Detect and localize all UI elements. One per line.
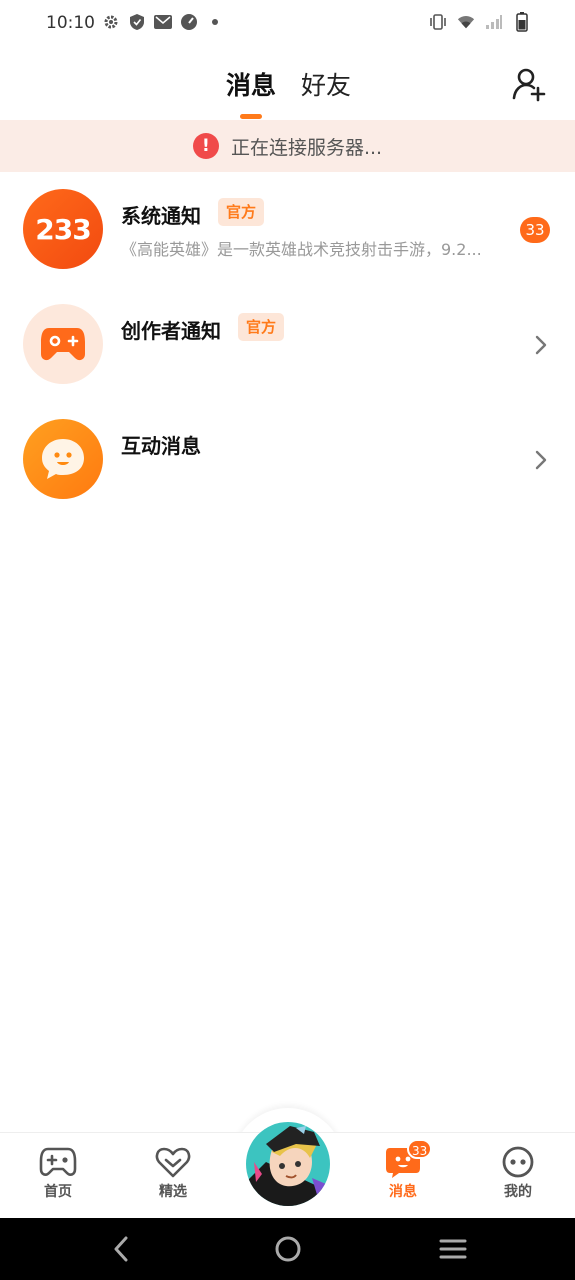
nav-label-home: 首页 <box>44 1184 72 1200</box>
chevron-right-icon <box>535 450 547 470</box>
nav-item-messages[interactable]: 33 消息 <box>363 1139 443 1201</box>
shield-icon <box>128 13 146 31</box>
battery-icon <box>513 12 531 32</box>
nav-label-featured: 精选 <box>159 1184 187 1200</box>
chevron-right-icon <box>535 335 547 355</box>
back-icon[interactable] <box>106 1234 136 1264</box>
add-person-icon <box>512 68 546 102</box>
dot-icon <box>206 13 224 31</box>
avatar-illustration <box>246 1122 330 1206</box>
center-profile-avatar[interactable] <box>246 1122 330 1206</box>
face-icon <box>502 1146 534 1178</box>
heart-icon <box>155 1147 191 1178</box>
nav-label-mine: 我的 <box>504 1184 532 1200</box>
system-notification-title: 系统通知 <box>121 204 201 228</box>
official-badge: 官方 <box>238 313 285 341</box>
nav-item-mine[interactable]: 我的 <box>478 1145 558 1201</box>
gear-icon <box>102 13 120 31</box>
add-friend-button[interactable] <box>511 66 547 102</box>
official-badge: 官方 <box>218 198 265 226</box>
home-circle-icon[interactable] <box>273 1234 303 1264</box>
recents-menu-icon[interactable] <box>438 1234 468 1264</box>
exclamation-icon: ! <box>192 133 219 159</box>
nav-label-messages: 消息 <box>389 1184 417 1200</box>
signal-icon <box>485 13 503 31</box>
system-notification-avatar: 233 <box>23 189 103 269</box>
nav-messages-badge: 33 <box>407 1139 433 1159</box>
avatar-233-logo: 233 <box>35 212 91 246</box>
gamepad-icon <box>41 328 85 361</box>
tab-friends[interactable]: 好友 <box>301 66 351 102</box>
chat-face-icon <box>42 439 84 479</box>
list-item-system-notification[interactable]: 233 系统通知 官方 《高能英雄》是一款英雄战术竞技射击手游，9.2... 3… <box>0 172 575 287</box>
interaction-messages-avatar <box>23 419 103 499</box>
list-item-interaction-messages[interactable]: 互动消息 <box>0 402 575 517</box>
message-list: 233 系统通知 官方 《高能英雄》是一款英雄战术竞技射击手游，9.2... 3… <box>0 172 575 517</box>
creator-notification-avatar <box>23 304 103 384</box>
wifi-icon <box>457 13 475 31</box>
nav-item-featured[interactable]: 精选 <box>133 1145 213 1201</box>
unread-count-badge: 33 <box>520 217 550 243</box>
speedometer-icon <box>180 13 198 31</box>
mail-icon <box>154 13 172 31</box>
creator-notification-title: 创作者通知 <box>121 319 221 343</box>
nav-item-home[interactable]: 首页 <box>18 1145 98 1201</box>
connection-banner: ! 正在连接服务器... <box>0 120 575 172</box>
connection-status-text: 正在连接服务器... <box>230 136 383 159</box>
header: 消息 好友 <box>0 48 575 120</box>
system-notification-preview: 《高能英雄》是一款英雄战术竞技射击手游，9.2... <box>121 240 482 259</box>
system-navigation-bar <box>0 1218 575 1280</box>
status-time: 10:10 <box>46 13 95 33</box>
gamepad-icon <box>39 1147 77 1176</box>
vibrate-icon <box>429 13 447 31</box>
interaction-messages-title: 互动消息 <box>121 434 201 458</box>
list-item-creator-notification[interactable]: 创作者通知 官方 <box>0 287 575 402</box>
tab-messages[interactable]: 消息 <box>226 66 276 102</box>
active-tab-indicator <box>240 114 262 119</box>
status-bar: 10:10 <box>0 0 575 48</box>
